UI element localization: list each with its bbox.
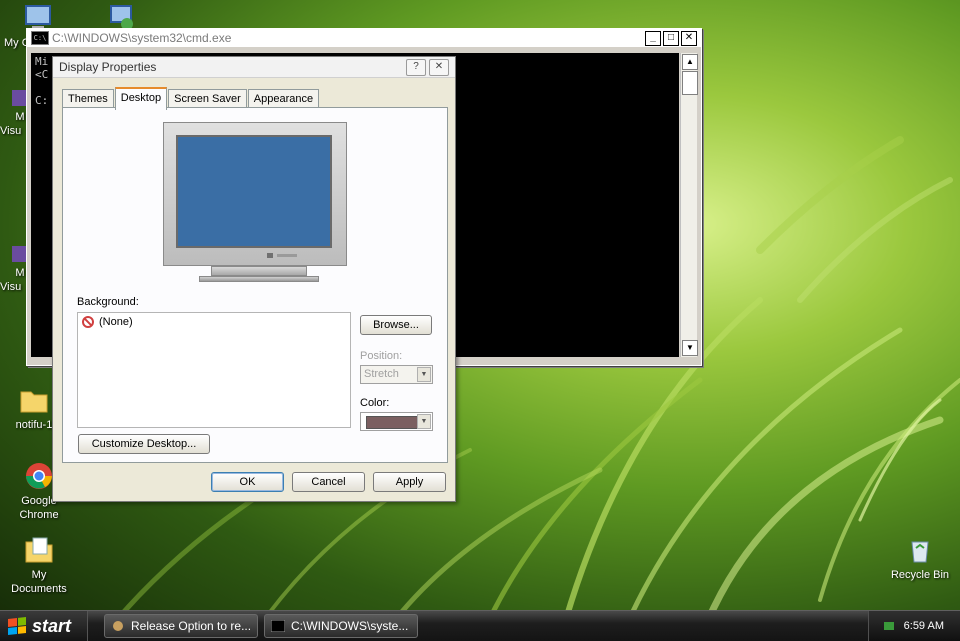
dialog-title: Display Properties (59, 60, 157, 74)
clock[interactable]: 6:59 AM (904, 620, 944, 632)
chevron-down-icon: ▼ (417, 367, 431, 382)
background-listbox[interactable]: (None) (77, 312, 351, 428)
dialog-titlebar[interactable]: Display Properties ? ✕ (53, 57, 455, 78)
color-swatch (366, 416, 420, 429)
color-label: Color: (360, 397, 390, 409)
chevron-down-icon: ▼ (417, 414, 431, 429)
desktop-icon-label-2: Chrome (19, 509, 59, 521)
start-label: start (32, 615, 72, 636)
customize-desktop-button[interactable]: Customize Desktop... (78, 434, 210, 454)
my-documents-icon (23, 534, 55, 566)
help-button[interactable]: ? (406, 58, 426, 76)
monitor-preview (163, 122, 347, 266)
scroll-up-arrow-icon[interactable]: ▲ (682, 54, 698, 70)
close-button[interactable]: ✕ (681, 30, 697, 46)
tab-desktop[interactable]: Desktop (114, 87, 168, 110)
color-picker[interactable]: ▼ (360, 412, 433, 431)
monitor-vent (277, 254, 297, 257)
display-properties-dialog[interactable]: Display Properties ? ✕ Themes Desktop Sc… (52, 56, 456, 502)
folder-icon (18, 384, 50, 416)
desktop-tab-panel: Background: (None) Browse... Position: S… (62, 107, 448, 463)
background-label: Background: (77, 296, 139, 308)
windows-flag-icon (8, 617, 26, 635)
list-item-label: (None) (99, 316, 133, 328)
ok-button[interactable]: OK (211, 472, 284, 492)
maximize-button[interactable]: □ (663, 30, 679, 46)
dialog-close-button[interactable]: ✕ (429, 58, 449, 76)
tab-appearance[interactable]: Appearance (247, 89, 320, 108)
cmd-icon (271, 620, 285, 632)
tab-themes[interactable]: Themes (62, 89, 114, 108)
taskbar-item-cmd[interactable]: C:\WINDOWS\syste... (264, 614, 418, 638)
system-tray: 6:59 AM (868, 611, 960, 641)
cancel-button[interactable]: Cancel (292, 472, 365, 492)
desktop-icon-label: My (31, 569, 47, 581)
monitor-base (199, 276, 319, 282)
monitor-stand (211, 266, 307, 276)
tray-network-icon[interactable] (882, 619, 896, 633)
cmd-title: C:\WINDOWS\system32\cmd.exe (52, 31, 232, 45)
position-value: Stretch (364, 368, 399, 380)
tab-screen-saver[interactable]: Screen Saver (168, 89, 247, 108)
position-label: Position: (360, 350, 403, 362)
cmd-icon: C:\ (31, 31, 49, 45)
browse-button[interactable]: Browse... (360, 315, 432, 335)
desktop-icon-my-documents[interactable]: My Documents (4, 534, 74, 596)
desktop-icon-recycle-bin[interactable]: Recycle Bin (884, 534, 956, 582)
taskbar-item-label: C:\WINDOWS\syste... (291, 619, 409, 633)
minimize-button[interactable]: _ (645, 30, 661, 46)
none-icon (82, 316, 94, 328)
desktop-icon-label: notifu-1 (15, 419, 53, 431)
chrome-icon (23, 460, 55, 492)
app-icon (113, 621, 123, 631)
scroll-down-arrow-icon[interactable]: ▼ (682, 340, 698, 356)
apply-button[interactable]: Apply (373, 472, 446, 492)
position-select[interactable]: Stretch ▼ (360, 365, 433, 384)
monitor-button (267, 253, 273, 258)
list-item[interactable]: (None) (78, 313, 350, 331)
monitor-screen-preview (176, 135, 332, 248)
desktop-icon-label: Recycle Bin (890, 569, 950, 581)
cmd-scrollbar[interactable]: ▲ ▼ (680, 53, 698, 357)
taskbar-item-release-option[interactable]: Release Option to re... (104, 614, 258, 638)
cmd-titlebar[interactable]: C:\ C:\WINDOWS\system32\cmd.exe _ □ ✕ (27, 29, 701, 48)
taskbar-item-label: Release Option to re... (131, 619, 252, 633)
recycle-bin-icon (904, 534, 936, 566)
scroll-thumb[interactable] (682, 71, 698, 95)
start-button[interactable]: start (0, 611, 88, 641)
taskbar: start Release Option to re... C:\WINDOWS… (0, 610, 960, 641)
desktop-icon-label-2: Documents (11, 583, 67, 595)
